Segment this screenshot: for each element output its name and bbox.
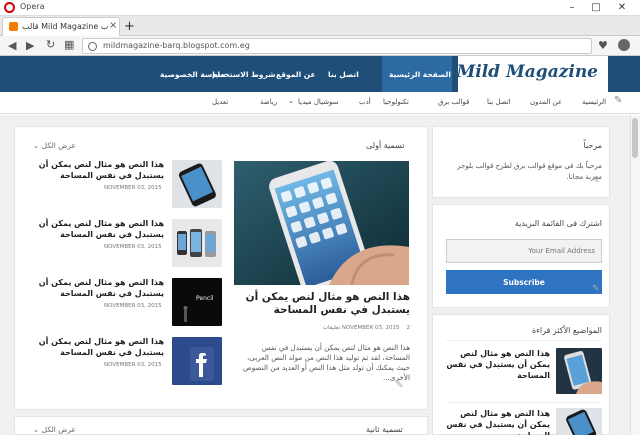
wrench-icon[interactable]: ✎: [614, 95, 622, 106]
popular-post-title[interactable]: هذا النص هو مثال لنص يمكن أن يستبدل في ن…: [446, 348, 550, 381]
edit-wrench-icon[interactable]: ✎: [396, 381, 404, 391]
section-title: تسمية ثانية: [366, 425, 403, 434]
subnav-literature[interactable]: أدب: [359, 98, 371, 106]
post-title[interactable]: هذا النص هو مثال لنص يمكن أن يستبدل في ن…: [36, 218, 164, 240]
post-date: NOVEMBER 03, 2015: [104, 303, 162, 309]
tab-title: قالب Mild Magazine معرب: [22, 22, 108, 31]
new-tab-button[interactable]: +: [124, 19, 135, 34]
post-date: NOVEMBER 03, 2015: [104, 244, 162, 250]
view-all-label: عرض الكل: [41, 425, 76, 434]
featured-image[interactable]: [234, 161, 409, 285]
post-thumbnail[interactable]: [172, 337, 222, 385]
widget-title: المواضيع الأكثر قراءة: [531, 326, 602, 335]
facebook-thumb-image: [172, 337, 222, 385]
view-all-link[interactable]: ⌄ عرض الكل: [33, 425, 76, 434]
tab-close-icon[interactable]: ×: [109, 20, 117, 31]
subnav-contact[interactable]: اتصل بنا: [487, 98, 511, 106]
globe-icon: [88, 42, 97, 51]
forward-icon[interactable]: ▶: [26, 39, 34, 52]
post-thumbnail[interactable]: [172, 219, 222, 267]
featured-post-title[interactable]: هذا النص هو مثال لنص يمكن أن يستبدل في ن…: [234, 291, 410, 317]
minimize-button[interactable]: –: [562, 1, 582, 15]
iphone-thumb-image: [172, 160, 222, 208]
heart-icon[interactable]: ♥: [598, 39, 608, 52]
divider: [446, 340, 602, 341]
email-field[interactable]: [446, 239, 602, 263]
pencil-keynote-artwork: Pencil: [196, 295, 214, 302]
subscribe-button[interactable]: Subscribe: [446, 270, 602, 294]
view-all-label: عرض الكل: [41, 141, 76, 150]
view-all-link[interactable]: ⌄ عرض الكل: [33, 141, 76, 150]
url-field[interactable]: mildmagazine-barq.blogspot.com.eg: [82, 38, 592, 54]
phone-thumb-image: [556, 348, 602, 394]
maximize-button[interactable]: □: [586, 1, 606, 15]
scrollbar[interactable]: [630, 115, 640, 435]
chevron-down-icon: ⌄: [33, 141, 42, 150]
apple-pencil-thumb-image: Pencil: [172, 278, 222, 326]
app-name: Opera: [20, 2, 45, 11]
blogger-favicon-icon: [9, 22, 18, 31]
popular-post-title[interactable]: هذا النص هو مثال لنص يمكن أن يستبدل في ن…: [446, 408, 550, 435]
browser-tab[interactable]: قالب Mild Magazine معرب ×: [2, 17, 120, 36]
close-window-button[interactable]: ✕: [612, 1, 632, 15]
subnav-edit[interactable]: تعديل: [212, 98, 228, 106]
phone-in-hand-image: [234, 161, 409, 285]
url-text: mildmagazine-barq.blogspot.com.eg: [103, 41, 250, 50]
back-icon[interactable]: ◀: [8, 39, 16, 52]
edit-wrench-icon[interactable]: ✎: [592, 284, 600, 294]
popular-post-thumbnail[interactable]: [556, 408, 602, 435]
popular-post-thumbnail[interactable]: [556, 348, 602, 394]
post-date: NOVEMBER 03, 2015: [104, 185, 162, 191]
welcome-text: مرحباً بك فى موقع قوالب برق لطرح قوالب ب…: [457, 162, 602, 181]
site-logo: Mild Magazine: [456, 62, 598, 82]
iphones-row-thumb-image: [172, 219, 222, 267]
divider: [446, 402, 602, 403]
subnav-sports[interactable]: رياضة: [260, 98, 277, 106]
opera-logo-icon[interactable]: [4, 2, 15, 13]
home-grid-icon[interactable]: ▦: [64, 38, 74, 51]
widget-title: مرحباً: [583, 141, 603, 150]
nav-about[interactable]: عن الموقع: [276, 70, 316, 79]
nav-home[interactable]: الصفحة الرئيسية: [389, 70, 451, 79]
featured-post-meta: NOVEMBER 03, 2015 2 تعليقات: [234, 325, 410, 331]
post-title[interactable]: هذا النص هو مثال لنص يمكن أن يستبدل في ن…: [36, 159, 164, 181]
chevron-down-icon: ⌄: [33, 425, 42, 434]
nav-contact[interactable]: اتصل بنا: [328, 70, 359, 79]
chevron-down-icon: ⌄: [288, 97, 294, 105]
subnav-technology[interactable]: تكنولوجيا: [383, 98, 409, 106]
profile-icon[interactable]: [618, 39, 630, 51]
featured-post-excerpt: هذا النص هو مثال لنص يمكن أن يستبدل في ن…: [243, 343, 410, 382]
iphone-thumb-image: [556, 408, 602, 435]
post-thumbnail[interactable]: [172, 160, 222, 208]
nav-privacy[interactable]: سياسة الخصوصية: [160, 70, 226, 79]
post-date: NOVEMBER 03, 2015: [341, 325, 400, 331]
edit-wrench-icon[interactable]: ✎: [592, 176, 600, 186]
subnav-templates[interactable]: قوالب برق: [438, 98, 469, 106]
section-title: تسمية أولى: [366, 141, 405, 150]
subnav-social-media[interactable]: سوشيال ميديا: [298, 98, 339, 106]
post-date: NOVEMBER 03, 2015: [104, 362, 162, 368]
post-title[interactable]: هذا النص هو مثال لنص يمكن أن يستبدل في ن…: [36, 336, 164, 358]
widget-title: اشترك فى القائمة البريدية: [514, 219, 602, 228]
subnav-about-blogger[interactable]: عن المدون: [530, 98, 562, 106]
subnav-home[interactable]: الرئيسية: [582, 98, 606, 106]
logo-area[interactable]: Mild Magazine: [456, 56, 608, 92]
post-title[interactable]: هذا النص هو مثال لنص يمكن أن يستبدل في ن…: [36, 277, 164, 299]
reload-icon[interactable]: ↻: [46, 38, 55, 51]
window-titlebar: [0, 0, 640, 16]
scrollbar-thumb[interactable]: [632, 118, 638, 158]
post-thumbnail[interactable]: Pencil: [172, 278, 222, 326]
